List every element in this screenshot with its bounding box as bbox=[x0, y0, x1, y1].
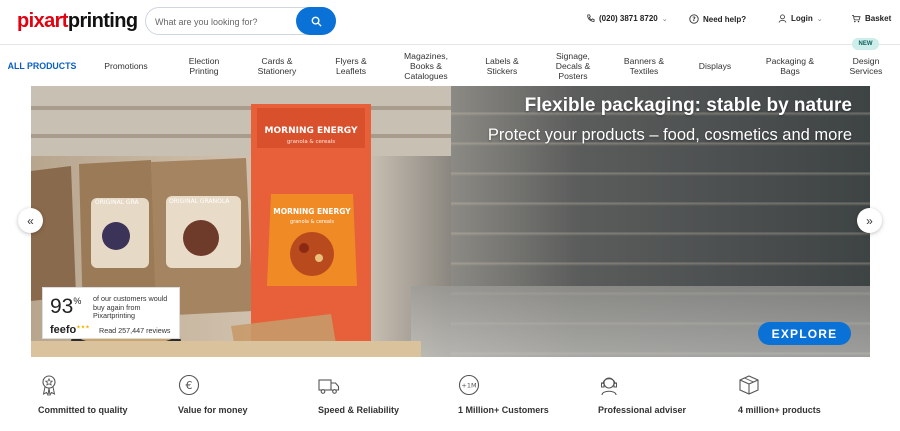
search-input[interactable] bbox=[155, 13, 295, 31]
help-label: Need help? bbox=[703, 14, 747, 24]
headset-adviser-icon bbox=[601, 377, 617, 396]
feature-customers: +1M 1 Million+ Customers bbox=[458, 372, 598, 427]
feature-label: Speed & Reliability bbox=[318, 405, 400, 415]
hero-subtitle: Protect your products – food, cosmetics … bbox=[487, 126, 852, 144]
bag-label-2: ORIGINAL GRANOLA bbox=[169, 198, 230, 205]
nav-displays[interactable]: Displays bbox=[690, 45, 740, 87]
basket-label: Basket bbox=[865, 14, 892, 23]
nav-promotions[interactable]: Promotions bbox=[96, 45, 156, 87]
new-badge: NEW bbox=[852, 38, 879, 50]
carousel-next-button[interactable]: » bbox=[857, 208, 882, 233]
chevron-down-icon: ⌄ bbox=[661, 15, 668, 23]
hero-title: Flexible packaging: stable by nature bbox=[524, 95, 852, 116]
feature-adviser: Professional adviser bbox=[598, 372, 738, 427]
feefo-logo: feefo★★★ bbox=[50, 324, 90, 336]
basket-icon bbox=[851, 14, 861, 23]
carousel-prev-button[interactable]: « bbox=[18, 208, 43, 233]
rating-description: of our customers would buy again from Pi… bbox=[93, 294, 168, 320]
chevron-down-icon: ⌄ bbox=[816, 15, 823, 23]
feature-speed: Speed & Reliability bbox=[318, 372, 458, 427]
pixartprinting-logo[interactable]: pixartprinting bbox=[17, 9, 138, 33]
nav-banners-textiles[interactable]: Banners & Textiles bbox=[616, 45, 672, 87]
feature-value: € Value for money bbox=[178, 372, 318, 427]
phone-number: (020) 3871 8720 bbox=[599, 14, 658, 23]
nav-magazines-books[interactable]: Magazines, Books & Catalogues bbox=[396, 45, 456, 87]
feature-products: 4 million+ products bbox=[738, 372, 878, 427]
feature-label: Value for money bbox=[178, 405, 248, 415]
reviews-link[interactable]: Read 257,447 reviews bbox=[99, 326, 171, 335]
feature-quality: Committed to quality bbox=[38, 372, 178, 427]
feature-label: 1 Million+ Customers bbox=[458, 405, 549, 415]
delivery-truck-icon bbox=[318, 379, 340, 394]
bag-label-1: ORIGINAL GRA bbox=[95, 199, 139, 206]
stand-brand-text: MORNING ENERGY bbox=[265, 126, 358, 136]
site-header: pixartprinting (020) 3871 8720 ⌄ ? Need … bbox=[0, 0, 900, 44]
svg-text:?: ? bbox=[692, 16, 696, 23]
euro-coin-icon: € bbox=[178, 374, 200, 396]
box-icon bbox=[739, 375, 759, 395]
stand-sub-text: granola & cereals bbox=[287, 139, 335, 145]
feature-label: 4 million+ products bbox=[738, 405, 821, 415]
rating-percent: 93% bbox=[50, 295, 82, 318]
award-ribbon-icon bbox=[42, 375, 56, 396]
login-link[interactable]: Login ⌄ bbox=[778, 14, 823, 23]
svg-text:€: € bbox=[186, 379, 193, 392]
feefo-rating-badge[interactable]: 93% of our customers would buy again fro… bbox=[42, 287, 180, 339]
nav-design-services[interactable]: Design Services bbox=[838, 45, 894, 87]
customers-plus-icon: +1M bbox=[458, 374, 480, 396]
nav-election-printing[interactable]: Election Printing bbox=[176, 45, 232, 87]
login-label: Login bbox=[791, 14, 813, 23]
svg-text:+1M: +1M bbox=[461, 382, 476, 390]
pouch-sub-text: granola & cereals bbox=[290, 219, 334, 225]
search-button[interactable] bbox=[296, 7, 336, 35]
double-chevron-left-icon: « bbox=[27, 213, 34, 228]
explore-button[interactable]: EXPLORE bbox=[758, 322, 851, 345]
user-icon bbox=[778, 14, 787, 23]
nav-flyers-leaflets[interactable]: Flyers & Leaflets bbox=[326, 45, 376, 87]
help-chat-icon: ? bbox=[689, 14, 699, 24]
help-link[interactable]: ? Need help? bbox=[689, 14, 746, 24]
feature-label: Committed to quality bbox=[38, 405, 128, 415]
nav-packaging-bags[interactable]: Packaging & Bags bbox=[756, 45, 824, 87]
search-bar bbox=[145, 7, 336, 35]
nav-cards-stationery[interactable]: Cards & Stationery bbox=[247, 45, 307, 87]
nav-signage-decals[interactable]: Signage, Decals & Posters bbox=[546, 45, 600, 87]
phone-link[interactable]: (020) 3871 8720 ⌄ bbox=[586, 14, 668, 23]
feature-label: Professional adviser bbox=[598, 405, 687, 415]
basket-link[interactable]: Basket bbox=[851, 14, 891, 23]
double-chevron-right-icon: » bbox=[866, 213, 873, 228]
nav-all-products[interactable]: ALL PRODUCTS bbox=[4, 45, 80, 87]
search-icon bbox=[311, 16, 322, 27]
phone-icon bbox=[587, 14, 595, 22]
counter-edge bbox=[31, 341, 421, 357]
main-navigation: ALL PRODUCTS Promotions Election Printin… bbox=[0, 44, 900, 86]
nav-labels-stickers[interactable]: Labels & Stickers bbox=[476, 45, 528, 87]
pouch-brand-text: MORNING ENERGY bbox=[273, 207, 351, 216]
